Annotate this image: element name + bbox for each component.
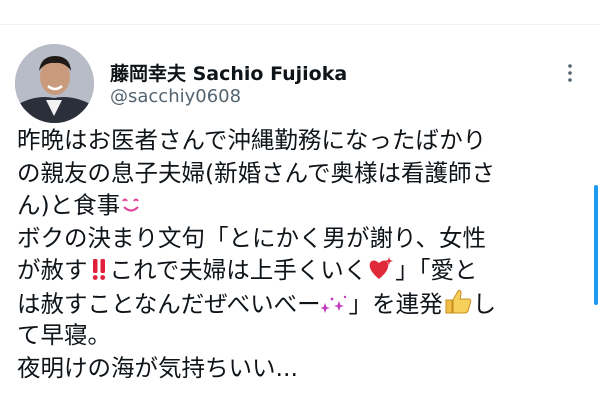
tweet-line: て早寝。 bbox=[17, 321, 111, 349]
tweet-line: の親友の息子夫婦(新婚さんで奥様は看護師さ bbox=[17, 158, 495, 187]
previous-tweet-edge: · · · · bbox=[0, 0, 600, 25]
sparkling-heart-emoji bbox=[367, 255, 395, 281]
user-handle[interactable]: @sacchiy0608 bbox=[110, 86, 241, 107]
thumbs-up-emoji bbox=[443, 287, 473, 315]
more-options-button[interactable] bbox=[558, 61, 582, 85]
scrollbar-thumb[interactable] bbox=[594, 185, 598, 305]
display-name[interactable]: 藤岡幸夫 Sachio Fujioka bbox=[110, 59, 347, 86]
tweet-line: 昨晩はお医者さんで沖縄勤務になったばかり bbox=[17, 126, 487, 154]
more-dots-icon bbox=[568, 64, 572, 82]
tweet-line: ボクの決まり文句「とにかく男が謝り、女性 bbox=[17, 223, 487, 252]
tweet-card[interactable]: 藤岡幸夫 Sachio Fujioka @sacchiy0608 昨晩はお医者さ… bbox=[0, 25, 600, 411]
tweet-line: は赦すことなんだぜべいべー 」を連発し bbox=[17, 287, 587, 320]
tweet-line: ん)と食事 bbox=[17, 189, 587, 222]
cut-off-icons: · · · · bbox=[145, 0, 423, 9]
smiling-face-emoji bbox=[120, 196, 142, 216]
tweet-text: 昨晩はお医者さんで沖縄勤務になったばかり の親友の息子夫婦(新婚さんで奥様は看護… bbox=[17, 124, 587, 384]
tweet-line: が赦す これで夫婦は上手くいく 」「愛と bbox=[17, 255, 478, 284]
sparkles-emoji bbox=[320, 293, 349, 315]
tweet-line: 夜明けの海が気持ちいい... bbox=[17, 353, 298, 382]
double-exclamation-emoji bbox=[88, 257, 110, 281]
avatar[interactable] bbox=[15, 44, 94, 123]
